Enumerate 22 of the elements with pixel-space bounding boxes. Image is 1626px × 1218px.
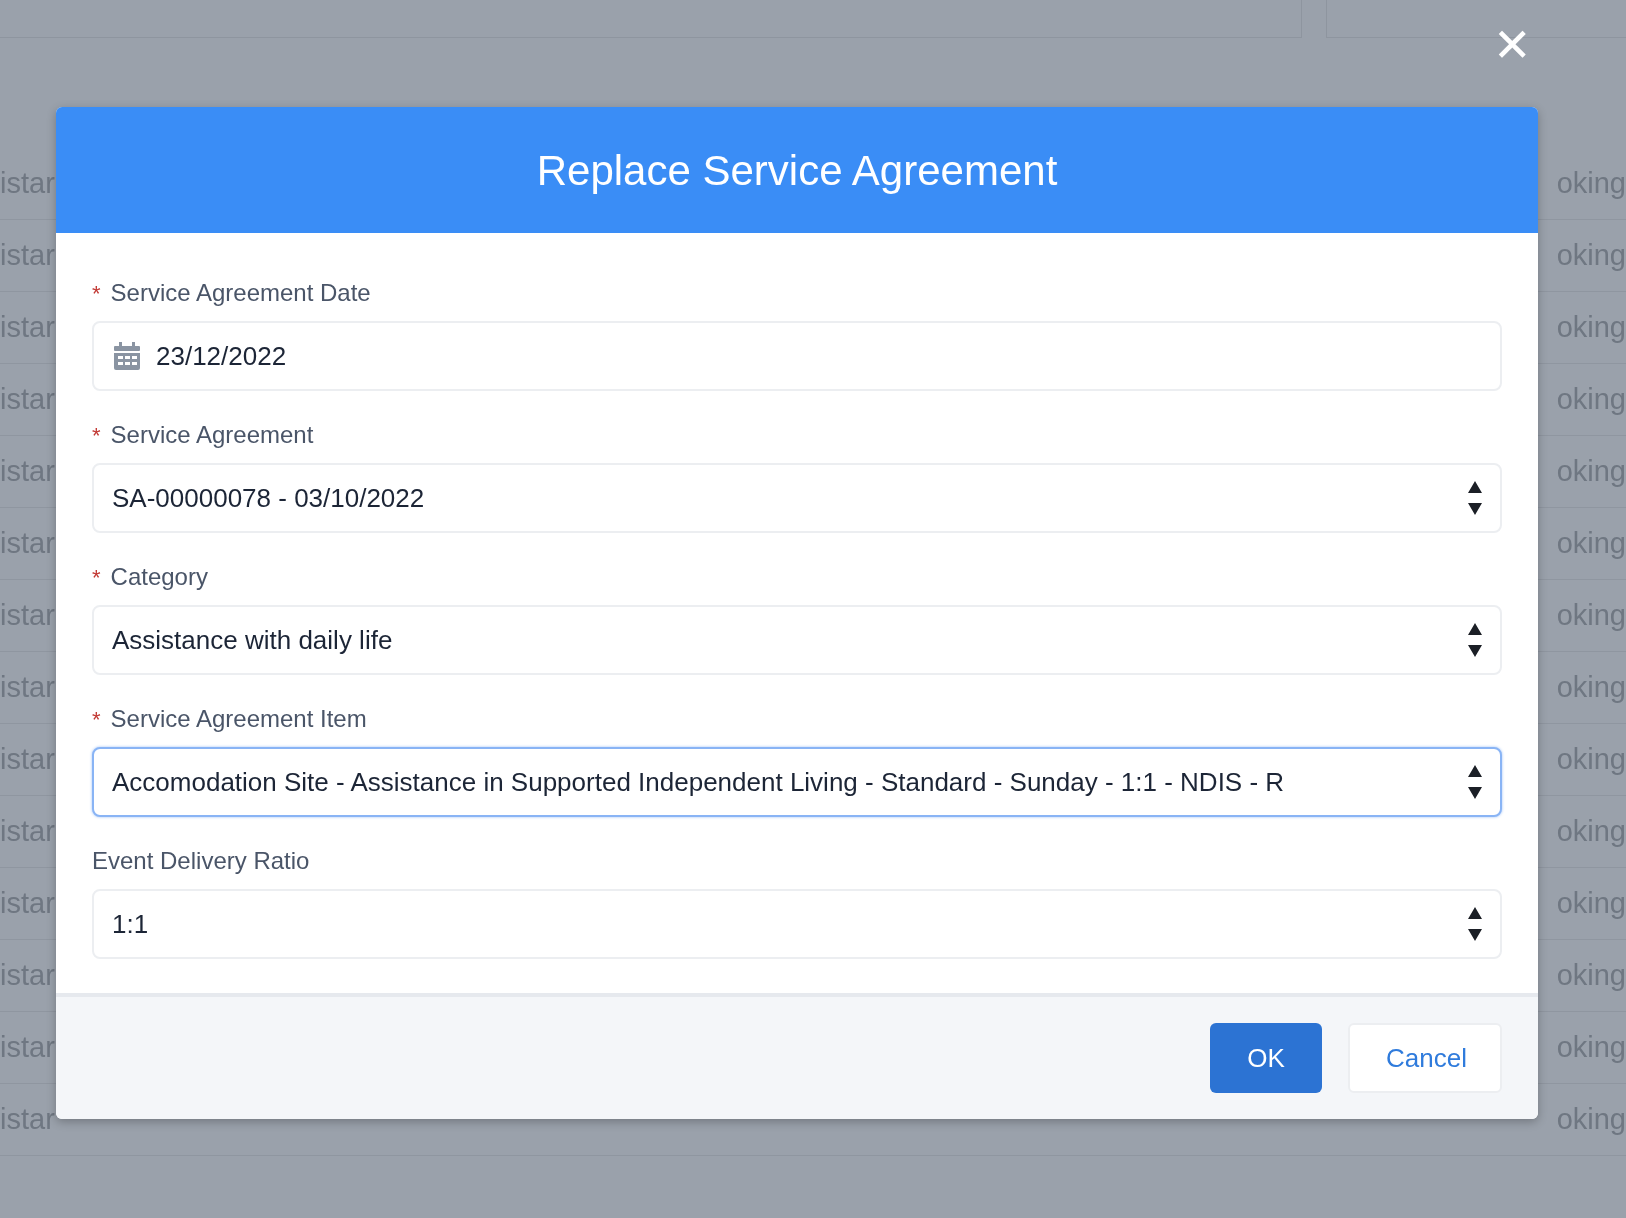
select-field[interactable]: Assistance with daily life: [92, 605, 1502, 675]
ok-button[interactable]: OK: [1210, 1023, 1322, 1093]
sort-arrows-icon: [1468, 623, 1482, 657]
dialog-title: Replace Service Agreement: [536, 145, 1058, 196]
sort-arrows-icon: [1468, 907, 1482, 941]
cancel-button[interactable]: Cancel: [1348, 1023, 1502, 1093]
select-field[interactable]: SA-00000078 - 03/10/2022: [92, 463, 1502, 533]
date-field[interactable]: 23/12/2022: [92, 321, 1502, 391]
select-field[interactable]: 1:1: [92, 889, 1502, 959]
calendar-icon: [112, 341, 142, 371]
select-field[interactable]: Accomodation Site - Assistance in Supported Independent Living - Standard - Sunday - 1:1 - NDIS - R: [92, 747, 1502, 817]
sort-arrows-icon: [1468, 481, 1482, 515]
field-label: Event Delivery Ratio: [92, 846, 310, 876]
field-label: Service Agreement Date: [110, 278, 371, 308]
required-asterisk: *: [92, 563, 101, 592]
field-label: Category: [110, 562, 208, 592]
required-asterisk: *: [92, 705, 101, 734]
field-label: Service Agreement Item: [110, 704, 367, 734]
required-asterisk: *: [92, 279, 101, 308]
field-label: Service Agreement: [110, 420, 314, 450]
sort-arrows-icon: [1468, 765, 1482, 799]
required-asterisk: *: [92, 421, 101, 450]
